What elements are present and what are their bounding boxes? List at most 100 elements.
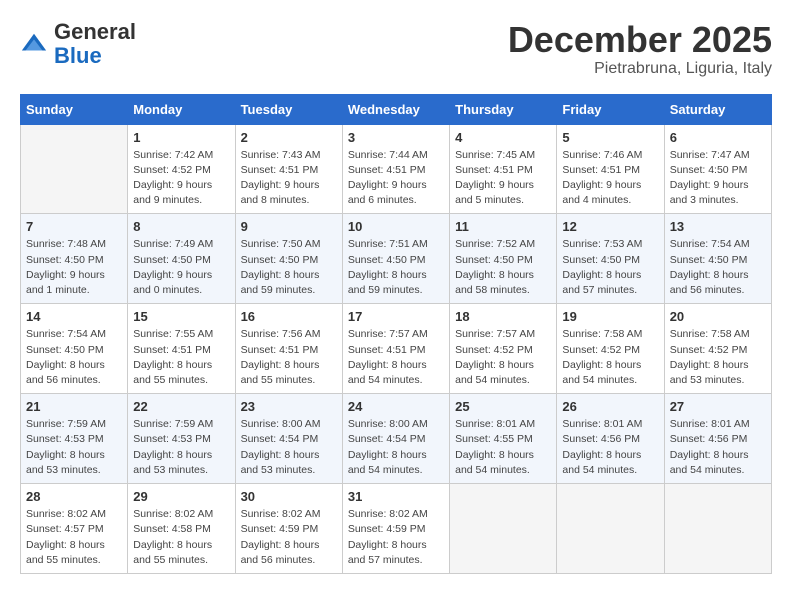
day-info: Sunrise: 7:58 AMSunset: 4:52 PMDaylight:… — [562, 327, 658, 388]
day-info: Sunrise: 7:51 AMSunset: 4:50 PMDaylight:… — [348, 237, 444, 298]
day-info: Sunrise: 7:56 AMSunset: 4:51 PMDaylight:… — [241, 327, 337, 388]
logo-icon — [20, 30, 48, 58]
day-number: 26 — [562, 399, 658, 414]
day-number: 2 — [241, 130, 337, 145]
day-number: 6 — [670, 130, 766, 145]
day-number: 20 — [670, 309, 766, 324]
day-number: 5 — [562, 130, 658, 145]
day-number: 29 — [133, 489, 229, 504]
day-info: Sunrise: 7:53 AMSunset: 4:50 PMDaylight:… — [562, 237, 658, 298]
day-info: Sunrise: 8:02 AMSunset: 4:58 PMDaylight:… — [133, 507, 229, 568]
day-number: 17 — [348, 309, 444, 324]
calendar-day-cell: 15Sunrise: 7:55 AMSunset: 4:51 PMDayligh… — [128, 304, 235, 394]
day-info: Sunrise: 7:44 AMSunset: 4:51 PMDaylight:… — [348, 148, 444, 209]
day-number: 18 — [455, 309, 551, 324]
day-info: Sunrise: 8:00 AMSunset: 4:54 PMDaylight:… — [241, 417, 337, 478]
calendar-week-row: 14 Sunrise: 7:54 AMSunset: 4:50 PMDayligh… — [21, 304, 772, 394]
day-number: 25 — [455, 399, 551, 414]
calendar-day-cell: 12 Sunrise: 7:53 AMSunset: 4:50 PMDayligh… — [557, 214, 664, 304]
calendar-day-cell — [557, 484, 664, 574]
day-number: 16 — [241, 309, 337, 324]
calendar-day-header: Friday — [557, 94, 664, 124]
day-info: Sunrise: 7:49 AMSunset: 4:50 PMDaylight:… — [133, 237, 229, 298]
day-number: 4 — [455, 130, 551, 145]
day-number: 30 — [241, 489, 337, 504]
calendar-day-cell — [21, 124, 128, 214]
day-info: Sunrise: 8:01 AMSunset: 4:55 PMDaylight:… — [455, 417, 551, 478]
calendar-day-cell: 7 Sunrise: 7:48 AMSunset: 4:50 PMDaylight… — [21, 214, 128, 304]
calendar-day-cell: 25 Sunrise: 8:01 AMSunset: 4:55 PMDayligh… — [450, 394, 557, 484]
calendar-day-cell — [450, 484, 557, 574]
day-number: 1 — [133, 130, 229, 145]
day-number: 24 — [348, 399, 444, 414]
calendar-day-cell: 5 Sunrise: 7:46 AMSunset: 4:51 PMDaylight… — [557, 124, 664, 214]
day-info: Sunrise: 7:58 AMSunset: 4:52 PMDaylight:… — [670, 327, 766, 388]
logo-general: General — [54, 19, 136, 44]
location-subtitle: Pietrabruna, Liguria, Italy — [508, 60, 772, 78]
calendar-day-cell: 30 Sunrise: 8:02 AMSunset: 4:59 PMDayligh… — [235, 484, 342, 574]
day-info: Sunrise: 7:42 AMSunset: 4:52 PMDaylight:… — [133, 148, 229, 209]
calendar-day-cell: 2 Sunrise: 7:43 AMSunset: 4:51 PMDaylight… — [235, 124, 342, 214]
day-number: 8 — [133, 219, 229, 234]
day-number: 13 — [670, 219, 766, 234]
calendar-day-cell: 1 Sunrise: 7:42 AMSunset: 4:52 PMDaylight… — [128, 124, 235, 214]
month-title: December 2025 — [508, 20, 772, 60]
calendar-day-cell: 11Sunrise: 7:52 AMSunset: 4:50 PMDayligh… — [450, 214, 557, 304]
day-number: 10 — [348, 219, 444, 234]
day-number: 9 — [241, 219, 337, 234]
calendar-day-cell: 19 Sunrise: 7:58 AMSunset: 4:52 PMDayligh… — [557, 304, 664, 394]
day-number: 19 — [562, 309, 658, 324]
calendar-day-header: Monday — [128, 94, 235, 124]
calendar-day-cell: 28Sunrise: 8:02 AMSunset: 4:57 PMDayligh… — [21, 484, 128, 574]
calendar-day-cell: 31 Sunrise: 8:02 AMSunset: 4:59 PMDayligh… — [342, 484, 449, 574]
calendar-day-cell: 14 Sunrise: 7:54 AMSunset: 4:50 PMDayligh… — [21, 304, 128, 394]
calendar-week-row: 7 Sunrise: 7:48 AMSunset: 4:50 PMDaylight… — [21, 214, 772, 304]
calendar-week-row: 28Sunrise: 8:02 AMSunset: 4:57 PMDayligh… — [21, 484, 772, 574]
calendar-day-cell: 21 Sunrise: 7:59 AMSunset: 4:53 PMDayligh… — [21, 394, 128, 484]
calendar-day-cell — [664, 484, 771, 574]
day-info: Sunrise: 8:02 AMSunset: 4:57 PMDaylight:… — [26, 507, 122, 568]
calendar-day-header: Sunday — [21, 94, 128, 124]
logo-text: General Blue — [54, 20, 136, 68]
day-info: Sunrise: 7:54 AMSunset: 4:50 PMDaylight:… — [670, 237, 766, 298]
day-info: Sunrise: 8:02 AMSunset: 4:59 PMDaylight:… — [348, 507, 444, 568]
calendar-day-cell: 3Sunrise: 7:44 AMSunset: 4:51 PMDaylight… — [342, 124, 449, 214]
day-number: 23 — [241, 399, 337, 414]
day-info: Sunrise: 7:50 AMSunset: 4:50 PMDaylight:… — [241, 237, 337, 298]
day-info: Sunrise: 7:59 AMSunset: 4:53 PMDaylight:… — [26, 417, 122, 478]
day-number: 12 — [562, 219, 658, 234]
calendar-day-cell: 8 Sunrise: 7:49 AMSunset: 4:50 PMDaylight… — [128, 214, 235, 304]
day-info: Sunrise: 7:46 AMSunset: 4:51 PMDaylight:… — [562, 148, 658, 209]
day-info: Sunrise: 7:57 AMSunset: 4:51 PMDaylight:… — [348, 327, 444, 388]
calendar-header-row: SundayMondayTuesdayWednesdayThursdayFrid… — [21, 94, 772, 124]
calendar-day-cell: 20 Sunrise: 7:58 AMSunset: 4:52 PMDayligh… — [664, 304, 771, 394]
day-info: Sunrise: 8:02 AMSunset: 4:59 PMDaylight:… — [241, 507, 337, 568]
calendar-day-cell: 16 Sunrise: 7:56 AMSunset: 4:51 PMDayligh… — [235, 304, 342, 394]
day-number: 11 — [455, 219, 551, 234]
day-info: Sunrise: 7:47 AMSunset: 4:50 PMDaylight:… — [670, 148, 766, 209]
day-number: 22 — [133, 399, 229, 414]
calendar-day-cell: 23 Sunrise: 8:00 AMSunset: 4:54 PMDayligh… — [235, 394, 342, 484]
title-block: December 2025 Pietrabruna, Liguria, Ital… — [508, 20, 772, 78]
day-info: Sunrise: 8:01 AMSunset: 4:56 PMDaylight:… — [562, 417, 658, 478]
day-info: Sunrise: 7:48 AMSunset: 4:50 PMDaylight:… — [26, 237, 122, 298]
day-number: 15 — [133, 309, 229, 324]
day-number: 31 — [348, 489, 444, 504]
calendar-day-header: Wednesday — [342, 94, 449, 124]
calendar-week-row: 1 Sunrise: 7:42 AMSunset: 4:52 PMDaylight… — [21, 124, 772, 214]
calendar-day-cell: 18 Sunrise: 7:57 AMSunset: 4:52 PMDayligh… — [450, 304, 557, 394]
calendar-day-cell: 9 Sunrise: 7:50 AMSunset: 4:50 PMDaylight… — [235, 214, 342, 304]
calendar-day-cell: 29 Sunrise: 8:02 AMSunset: 4:58 PMDayligh… — [128, 484, 235, 574]
calendar-day-header: Tuesday — [235, 94, 342, 124]
day-info: Sunrise: 7:57 AMSunset: 4:52 PMDaylight:… — [455, 327, 551, 388]
day-number: 14 — [26, 309, 122, 324]
day-info: Sunrise: 7:45 AMSunset: 4:51 PMDaylight:… — [455, 148, 551, 209]
day-number: 7 — [26, 219, 122, 234]
calendar-day-cell: 26 Sunrise: 8:01 AMSunset: 4:56 PMDayligh… — [557, 394, 664, 484]
day-info: Sunrise: 7:43 AMSunset: 4:51 PMDaylight:… — [241, 148, 337, 209]
day-number: 21 — [26, 399, 122, 414]
calendar-day-header: Thursday — [450, 94, 557, 124]
day-info: Sunrise: 8:00 AMSunset: 4:54 PMDaylight:… — [348, 417, 444, 478]
calendar-day-cell: 17 Sunrise: 7:57 AMSunset: 4:51 PMDayligh… — [342, 304, 449, 394]
day-info: Sunrise: 7:54 AMSunset: 4:50 PMDaylight:… — [26, 327, 122, 388]
